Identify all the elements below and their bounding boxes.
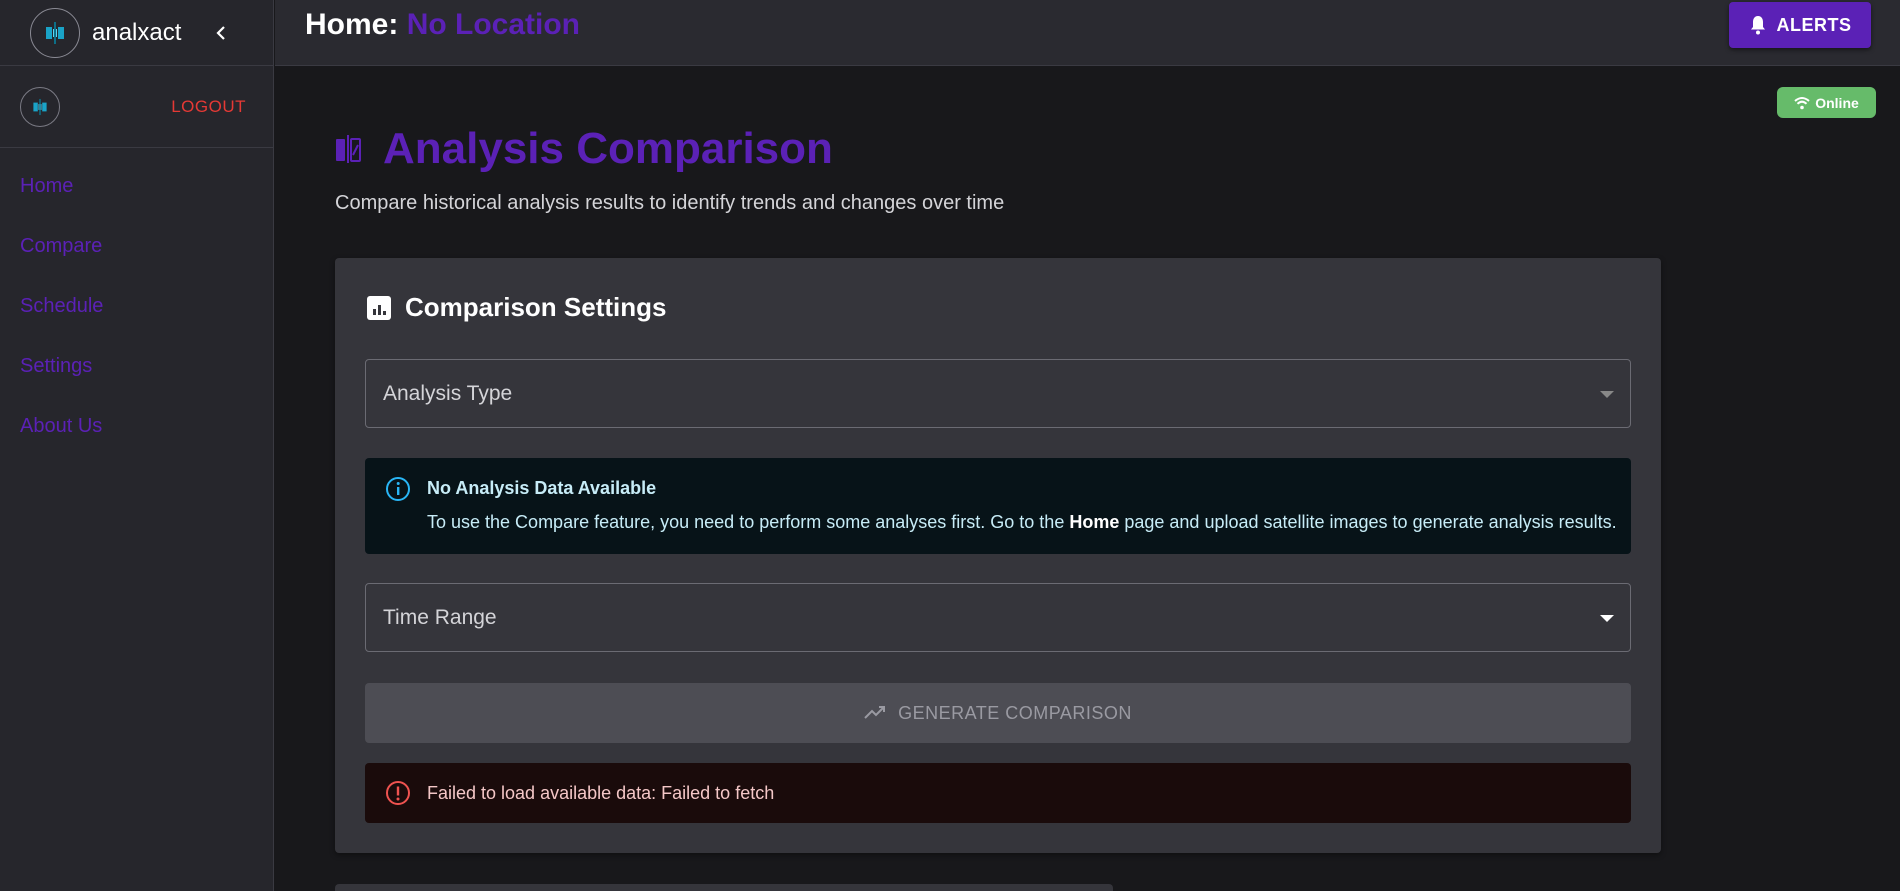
generate-comparison-label: GENERATE COMPARISON [898,702,1132,723]
card-title: Comparison Settings [367,292,666,323]
info-text-part: To use the Compare feature, you need to … [427,512,1070,532]
top-bar: Home: No Location ALERTS [275,0,1900,66]
brand: analxact [0,0,273,66]
info-alert: No Analysis Data Available To use the Co… [365,458,1631,554]
info-text-part: page and upload satellite images to gene… [1119,512,1617,532]
app-name: analxact [92,18,182,46]
sidebar: analxact LOGOUT Home Compare Schedule Se… [0,0,274,891]
user-logo-icon [33,98,47,115]
page-title: Analysis Comparison [335,124,1004,174]
wifi-icon [1794,96,1810,109]
collapse-sidebar-button[interactable] [209,21,233,45]
dropdown-arrow-icon [1600,614,1614,622]
generate-comparison-button[interactable]: GENERATE COMPARISON [365,683,1631,743]
sidebar-item-schedule[interactable]: Schedule [0,286,273,346]
alerts-button[interactable]: ALERTS [1729,2,1871,48]
time-range-select[interactable]: Time Range [365,583,1631,652]
alerts-label: ALERTS [1776,14,1852,35]
bar-chart-icon [367,295,391,320]
info-alert-text: To use the Compare feature, you need to … [427,512,1617,533]
card-title-text: Comparison Settings [405,292,667,322]
page-header: Analysis Comparison Compare historical a… [335,124,1004,215]
user-row: LOGOUT [0,66,273,148]
error-alert-text: Failed to load available data: Failed to… [427,782,775,803]
analysis-type-select[interactable]: Analysis Type [365,359,1631,428]
avatar[interactable] [20,86,60,127]
sidebar-nav: Home Compare Schedule Settings About Us [0,148,273,466]
info-icon [386,477,410,501]
header-location: No Location [406,7,581,41]
info-alert-title: No Analysis Data Available [427,478,657,498]
error-alert: Failed to load available data: Failed to… [365,763,1631,823]
compare-icon [336,135,361,163]
logout-button[interactable]: LOGOUT [171,97,246,117]
sidebar-item-home[interactable]: Home [0,166,273,226]
info-text-home-link: Home [1069,512,1120,532]
next-card-edge [335,884,1113,891]
bell-icon [1750,16,1765,35]
online-status-badge: Online [1777,87,1876,118]
sidebar-item-compare[interactable]: Compare [0,226,273,286]
sidebar-item-settings[interactable]: Settings [0,346,273,406]
page-header-title: Home: No Location [305,8,580,42]
time-range-label: Time Range [383,605,497,629]
header-title-prefix: Home: [305,7,407,41]
page-title-text: Analysis Comparison [383,124,833,173]
online-label: Online [1815,94,1859,111]
dropdown-arrow-icon [1600,390,1614,398]
chevron-left-icon [216,25,226,40]
error-icon [386,781,410,805]
sidebar-item-about-us[interactable]: About Us [0,406,273,466]
app-logo-icon [30,7,80,58]
analysis-type-label: Analysis Type [383,381,513,405]
comparison-settings-card: Comparison Settings Analysis Type No Ana… [335,258,1661,853]
page-subtitle: Compare historical analysis results to i… [335,192,1005,214]
trending-up-icon [864,706,886,719]
